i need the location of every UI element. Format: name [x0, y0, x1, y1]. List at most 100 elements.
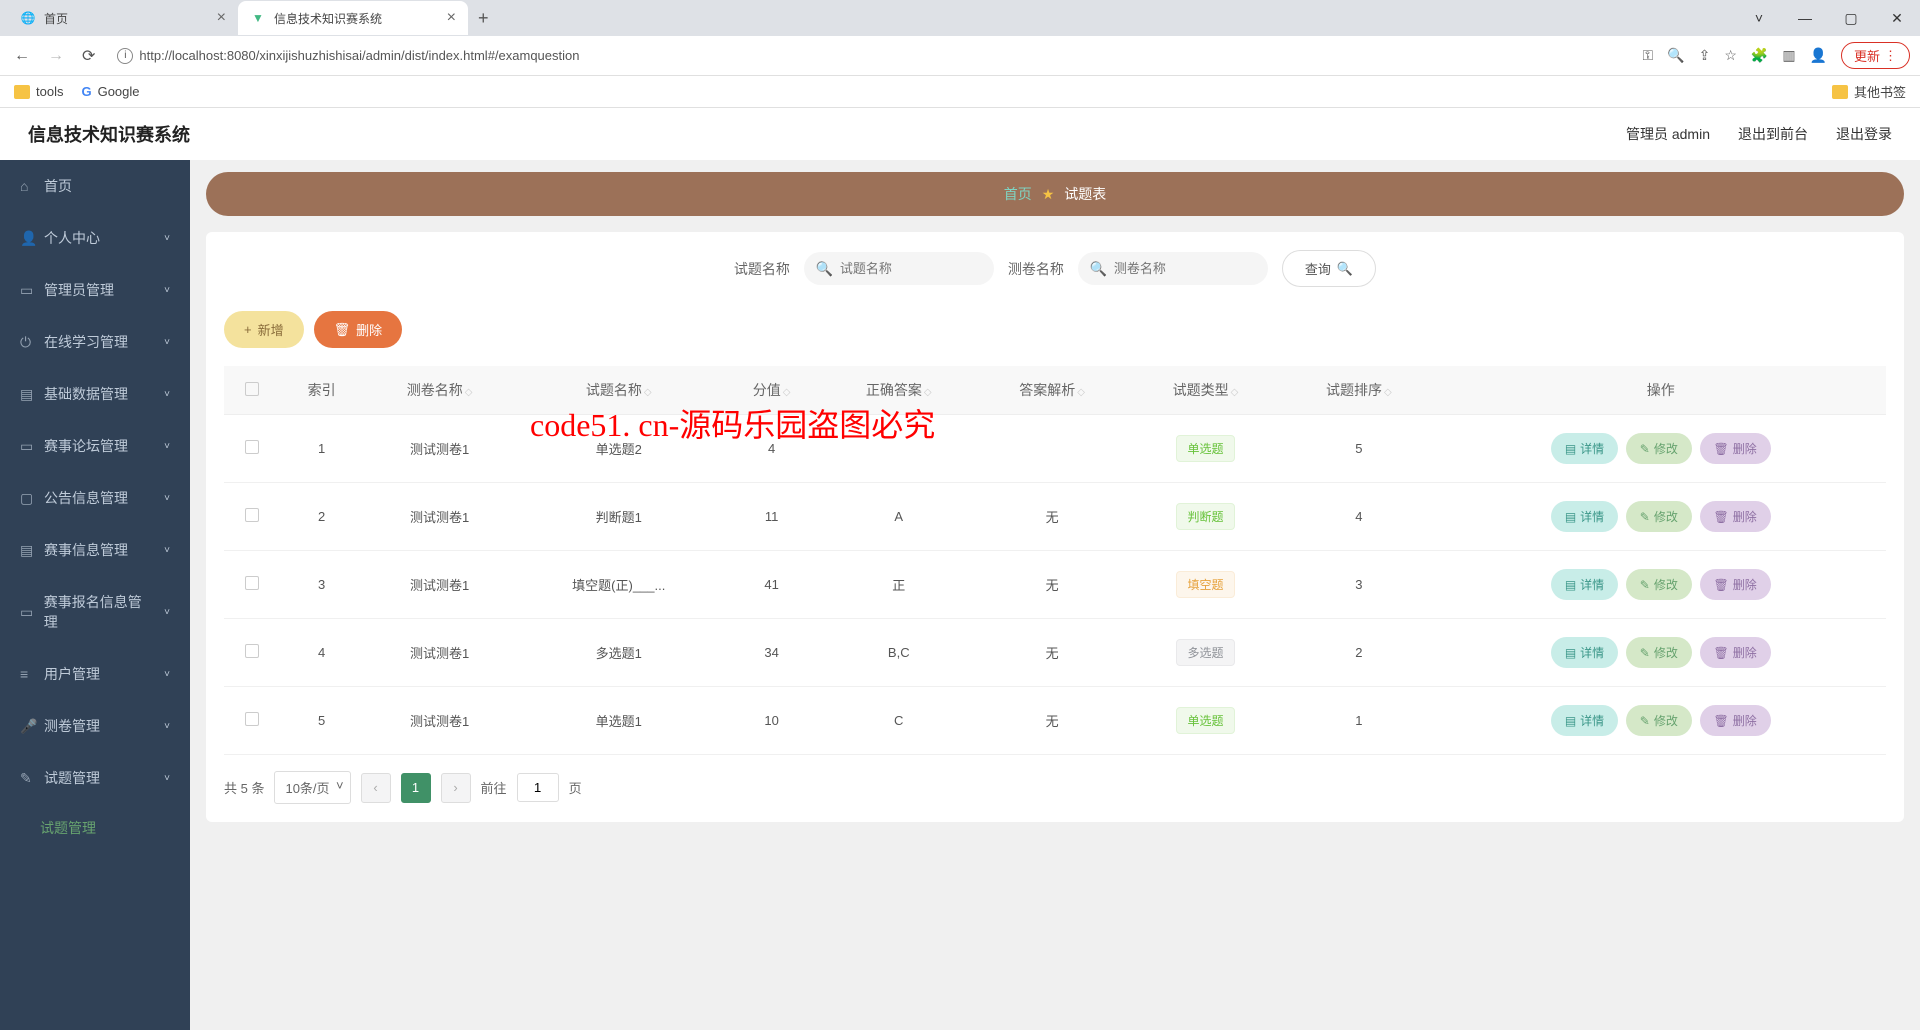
edit-icon: ✎: [1640, 578, 1650, 592]
bookmark-icon[interactable]: ☆: [1724, 47, 1737, 64]
main-content: 首页 ★ 试题表 试题名称 🔍 测卷名称 🔍 查询 🔍 +新增 🗑删除 索引 测: [190, 160, 1920, 1030]
browser-tab-1[interactable]: ▼ 信息技术知识赛系统 ×: [238, 1, 468, 35]
close-icon[interactable]: ×: [217, 9, 226, 27]
sidebar-item-notice[interactable]: ▢公告信息管理˅: [0, 472, 190, 524]
search-icon[interactable]: 🔍: [1667, 47, 1684, 64]
chevron-down-icon: ˅: [164, 285, 170, 296]
sidebar-item-paper[interactable]: 🎤测卷管理˅: [0, 700, 190, 752]
sidebar-item-forum[interactable]: ▭赛事论坛管理˅: [0, 420, 190, 472]
key-icon[interactable]: ⚿: [1642, 47, 1653, 64]
site-info-icon[interactable]: i: [117, 48, 133, 64]
bookmark-google[interactable]: GGoogle: [81, 84, 139, 99]
detail-button[interactable]: ▤详情: [1551, 569, 1618, 600]
col-type: 试题类型◇: [1129, 366, 1282, 415]
url-bar[interactable]: i http://localhost:8080/xinxijishuzhishi…: [109, 42, 1632, 70]
sidebar-item-event[interactable]: ▤赛事信息管理˅: [0, 524, 190, 576]
new-tab-button[interactable]: +: [468, 8, 499, 29]
col-score: 分值◇: [721, 366, 822, 415]
search-icon: 🔍: [816, 260, 833, 277]
edit-button[interactable]: ✎修改: [1626, 637, 1692, 668]
table-row: 5 测试测卷1 单选题1 10 C 无 单选题 1 ▤详情 ✎修改 🗑删除: [224, 687, 1886, 755]
sidebar-item-study[interactable]: ⏻在线学习管理˅: [0, 316, 190, 368]
sidebar-item-users[interactable]: ≡用户管理˅: [0, 648, 190, 700]
page-1-button[interactable]: 1: [401, 773, 431, 803]
row-delete-button[interactable]: 🗑删除: [1700, 501, 1771, 532]
sidebar-item-home[interactable]: ⌂首页: [0, 160, 190, 212]
cell-order: 5: [1282, 415, 1435, 483]
edit-button[interactable]: ✎修改: [1626, 501, 1692, 532]
trash-icon: 🗑: [334, 322, 351, 338]
sidebar-sub-question-mgmt[interactable]: 试题管理: [0, 804, 190, 852]
row-delete-button[interactable]: 🗑删除: [1700, 705, 1771, 736]
doc-icon: ▤: [1565, 442, 1576, 456]
minimize-icon[interactable]: —: [1782, 10, 1828, 27]
goto-page-input[interactable]: [517, 773, 559, 802]
cell-paper: 测试测卷1: [363, 483, 516, 551]
back-button[interactable]: ←: [10, 43, 34, 69]
extensions-icon[interactable]: 🧩: [1751, 47, 1768, 64]
cell-question: 单选题1: [516, 687, 721, 755]
share-icon[interactable]: ⇪: [1699, 47, 1711, 64]
row-checkbox[interactable]: [245, 440, 259, 454]
url-text: http://localhost:8080/xinxijishuzhishisa…: [139, 48, 579, 63]
forward-button[interactable]: →: [44, 43, 68, 69]
browser-tab-0[interactable]: 🌐 首页 ×: [8, 1, 238, 35]
row-checkbox[interactable]: [245, 508, 259, 522]
total-label: 共 5 条: [224, 778, 264, 797]
delete-button[interactable]: 🗑删除: [314, 311, 403, 348]
update-button[interactable]: 更新 ⋮: [1841, 42, 1910, 69]
detail-button[interactable]: ▤详情: [1551, 705, 1618, 736]
cell-answer: B,C: [822, 619, 975, 687]
profile-icon[interactable]: 👤: [1810, 47, 1827, 64]
next-page-button[interactable]: ›: [441, 773, 471, 803]
sidebar-item-signup[interactable]: ▭赛事报名信息管理˅: [0, 576, 190, 648]
cell-type: 单选题: [1129, 687, 1282, 755]
chevron-down-icon: ˅: [164, 337, 170, 348]
folder-icon: [14, 85, 30, 99]
exit-front-button[interactable]: 退出到前台: [1738, 124, 1808, 144]
google-icon: G: [81, 84, 91, 99]
edit-button[interactable]: ✎修改: [1626, 433, 1692, 464]
edit-button[interactable]: ✎修改: [1626, 705, 1692, 736]
select-all-checkbox[interactable]: [245, 382, 259, 396]
globe-icon: 🌐: [20, 10, 36, 26]
trash-icon: 🗑: [1714, 510, 1729, 524]
query-button[interactable]: 查询 🔍: [1282, 250, 1376, 287]
close-icon[interactable]: ×: [447, 9, 456, 27]
breadcrumb-home[interactable]: 首页: [1004, 184, 1032, 204]
chevron-down-icon: ˅: [164, 607, 170, 618]
sidebar-item-admin[interactable]: ▭管理员管理˅: [0, 264, 190, 316]
reload-button[interactable]: ⟳: [78, 42, 99, 70]
detail-button[interactable]: ▤详情: [1551, 501, 1618, 532]
page-size-select[interactable]: 10条/页 ˅: [274, 771, 350, 804]
row-checkbox[interactable]: [245, 576, 259, 590]
search-label-paper: 测卷名称: [1008, 259, 1064, 279]
folder-icon: [1832, 85, 1848, 99]
row-checkbox[interactable]: [245, 712, 259, 726]
row-checkbox[interactable]: [245, 644, 259, 658]
sidepanel-icon[interactable]: ▥: [1782, 47, 1795, 64]
bookmark-tools[interactable]: tools: [14, 84, 63, 99]
add-button[interactable]: +新增: [224, 311, 304, 348]
detail-button[interactable]: ▤详情: [1551, 637, 1618, 668]
sidebar-item-personal[interactable]: 👤个人中心˅: [0, 212, 190, 264]
maximize-icon[interactable]: ▢: [1828, 10, 1874, 27]
detail-button[interactable]: ▤详情: [1551, 433, 1618, 464]
search-icon: 🔍: [1090, 260, 1107, 277]
row-delete-button[interactable]: 🗑删除: [1700, 637, 1771, 668]
row-delete-button[interactable]: 🗑删除: [1700, 569, 1771, 600]
sidebar-item-basedata[interactable]: ▤基础数据管理˅: [0, 368, 190, 420]
cell-analysis: 无: [975, 687, 1128, 755]
edit-button[interactable]: ✎修改: [1626, 569, 1692, 600]
bookmark-other[interactable]: 其他书签: [1832, 82, 1906, 101]
close-window-icon[interactable]: ✕: [1874, 10, 1920, 27]
sidebar-item-question[interactable]: ✎试题管理˅: [0, 752, 190, 804]
prev-page-button[interactable]: ‹: [361, 773, 391, 803]
cell-question: 单选题2: [516, 415, 721, 483]
user-label[interactable]: 管理员 admin: [1626, 124, 1710, 144]
tab-title: 信息技术知识赛系统: [274, 10, 382, 27]
users-icon: ≡: [20, 666, 34, 682]
chevron-down-icon[interactable]: ˅: [1736, 10, 1782, 27]
logout-button[interactable]: 退出登录: [1836, 124, 1892, 144]
row-delete-button[interactable]: 🗑删除: [1700, 433, 1771, 464]
